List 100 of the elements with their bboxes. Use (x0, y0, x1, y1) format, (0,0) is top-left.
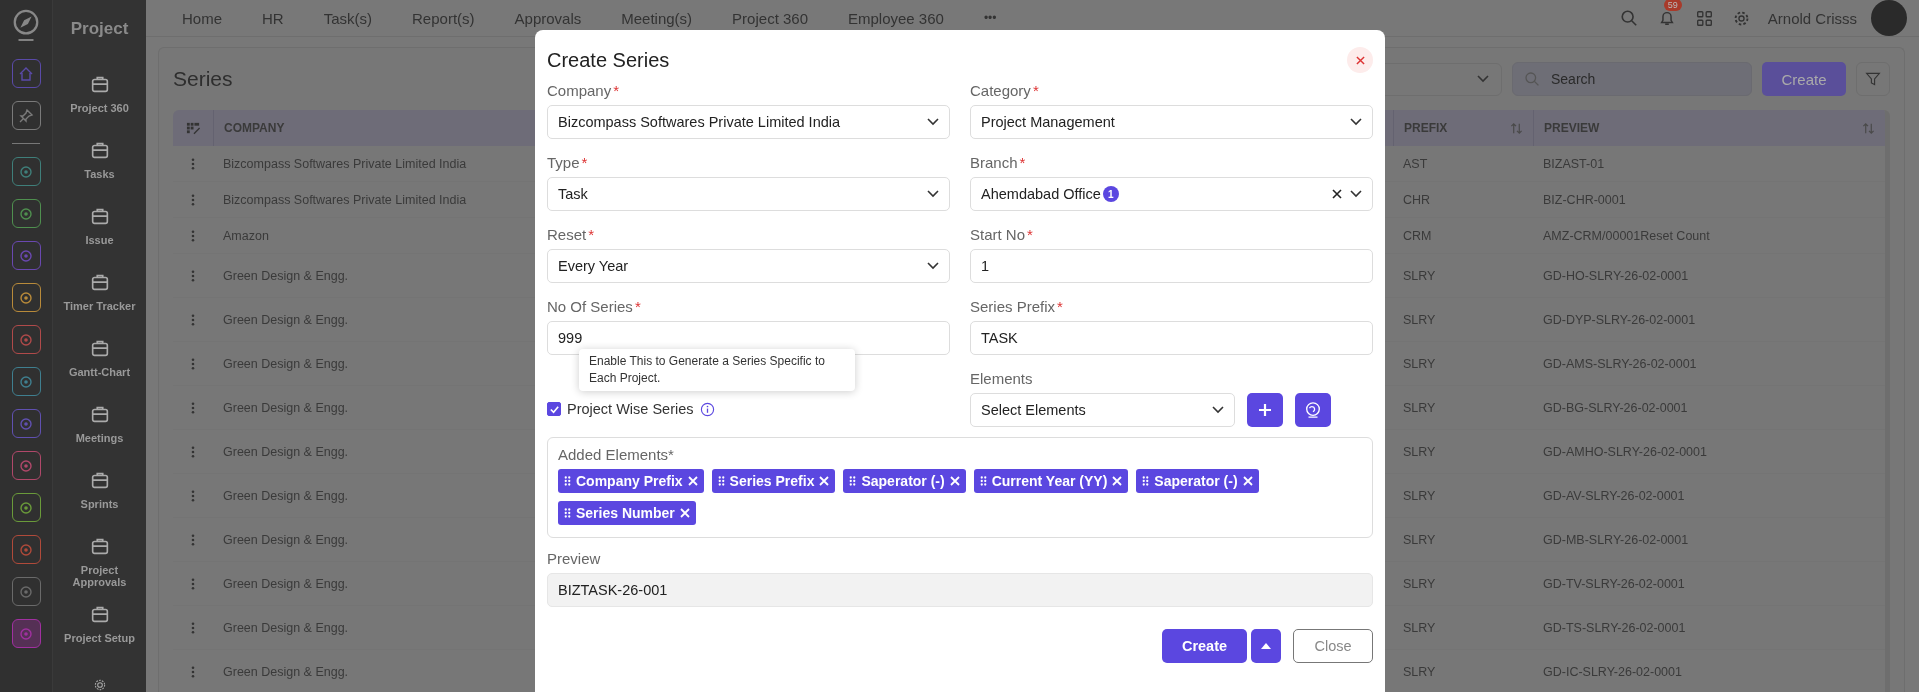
nav-item[interactable]: Timer Tracker (54, 272, 145, 322)
kebab-menu-icon[interactable] (191, 357, 195, 370)
element-tag[interactable]: Series Prefix (711, 469, 836, 493)
remove-icon[interactable] (687, 476, 698, 486)
select-field[interactable]: Select Elements (970, 393, 1235, 427)
column-settings-icon[interactable] (185, 120, 201, 136)
info-icon[interactable] (699, 401, 715, 417)
kebab-menu-icon[interactable] (191, 533, 195, 546)
kebab-menu-icon[interactable] (191, 313, 195, 326)
input-field[interactable]: TASK (970, 321, 1373, 355)
element-tag[interactable]: Company Prefix (558, 469, 704, 493)
kebab-menu-icon[interactable] (191, 577, 195, 590)
app-shortcut-button[interactable] (11, 451, 41, 480)
pin-icon (18, 107, 34, 124)
kebab-menu-icon[interactable] (191, 489, 195, 502)
kebab-menu-icon[interactable] (191, 621, 195, 634)
app-shortcut-button[interactable] (11, 409, 41, 438)
element-tag[interactable]: Saperator (-) (1136, 469, 1259, 493)
avatar[interactable] (1871, 0, 1907, 36)
app-shortcut-button[interactable] (11, 157, 41, 186)
top-menu-item[interactable]: Report(s) (412, 9, 475, 27)
kebab-menu-icon[interactable] (191, 269, 195, 282)
nav-item[interactable]: Project Setup (54, 604, 145, 654)
nav-item[interactable]: Sprints (54, 470, 145, 520)
app-shortcut-button[interactable] (11, 577, 41, 606)
create-button[interactable]: Create (1162, 629, 1247, 663)
add-button[interactable] (1247, 393, 1283, 427)
drag-handle-icon[interactable] (849, 475, 857, 487)
preview-field[interactable]: BIZTASK-26-001 (547, 573, 1373, 607)
remove-icon[interactable] (1242, 476, 1253, 486)
dialog-title: Create Series (547, 48, 670, 72)
user-name[interactable]: Arnold Crisss (1767, 9, 1857, 27)
top-menu-item[interactable]: Employee 360 (848, 9, 944, 27)
kebab-menu-icon[interactable] (191, 401, 195, 414)
nav-item[interactable]: Tasks (54, 140, 145, 190)
input-field[interactable]: 1 (970, 249, 1373, 283)
remove-icon[interactable] (819, 476, 830, 486)
nav-item[interactable]: Project Approvals (54, 536, 145, 588)
app-shortcut-button[interactable] (11, 283, 41, 312)
nav-item[interactable]: Gantt-Chart (54, 338, 145, 388)
drag-handle-icon[interactable] (979, 475, 987, 487)
sort-icon[interactable] (1510, 121, 1523, 135)
drag-handle-icon[interactable] (717, 475, 725, 487)
multi-select-field[interactable]: Ahemdabad Office 1 (970, 177, 1373, 211)
remove-icon[interactable] (1112, 476, 1123, 486)
kebab-menu-icon[interactable] (191, 193, 195, 206)
app-shortcut-button[interactable] (11, 59, 41, 88)
nav-item[interactable]: Project 360 (54, 74, 145, 124)
select-field[interactable]: Every Year (547, 249, 950, 283)
table-cell: SLRY (1403, 400, 1436, 415)
checkbox[interactable] (547, 402, 561, 416)
kebab-menu-icon[interactable] (191, 445, 195, 458)
app-shortcut-button[interactable] (11, 367, 41, 396)
top-menu-item[interactable]: Home (182, 9, 222, 27)
drag-handle-icon[interactable] (564, 475, 571, 487)
top-menu-item[interactable]: Approvals (514, 9, 582, 27)
close-button[interactable] (1347, 47, 1373, 73)
remove-icon[interactable] (949, 476, 960, 486)
top-menu-item[interactable]: Task(s) (323, 9, 373, 27)
element-tag[interactable]: Current Year (YY) (973, 469, 1129, 493)
grid-icon[interactable] (1695, 9, 1713, 27)
sort-icon[interactable] (1862, 121, 1875, 135)
close-button[interactable]: Close (1293, 629, 1373, 663)
globe-button[interactable] (1295, 393, 1331, 427)
chevron-down-icon (1477, 75, 1489, 83)
table-cell: GD-AV-SLRY-26-02-0001 (1543, 488, 1685, 503)
select-field[interactable]: Bizcompass Softwares Private Limited India (547, 105, 950, 139)
top-menu-item[interactable]: Meeting(s) (621, 9, 693, 27)
kebab-menu-icon[interactable] (191, 157, 195, 170)
search-field[interactable]: Search (1512, 62, 1752, 96)
dropdown-button[interactable] (1251, 629, 1281, 663)
select-field[interactable]: Project Management (970, 105, 1373, 139)
app-shortcut-button[interactable] (11, 241, 41, 270)
more-menu-button[interactable]: ••• (983, 11, 997, 25)
chevron-down-icon (1212, 406, 1224, 414)
kebab-menu-icon[interactable] (191, 665, 195, 678)
select-field[interactable]: Task (547, 177, 950, 211)
field-label: Elements (970, 370, 1034, 387)
app-shortcut-button[interactable] (11, 493, 41, 522)
nav-item[interactable]: Meetings (54, 404, 145, 454)
clear-icon[interactable] (1332, 189, 1342, 199)
app-shortcut-button[interactable] (11, 199, 41, 228)
nav-item[interactable]: Issue (54, 206, 145, 256)
element-tag[interactable]: Saperator (-) (843, 469, 966, 493)
app-shortcut-button[interactable] (11, 325, 41, 354)
drag-handle-icon[interactable] (1142, 475, 1150, 487)
top-menu-item[interactable]: HR (262, 9, 284, 27)
drag-handle-icon[interactable] (564, 507, 571, 519)
app-shortcut-button[interactable] (11, 535, 41, 564)
filter-button[interactable] (1856, 62, 1890, 96)
table-cell: Green Design & Engg. (223, 356, 349, 371)
app-shortcut-button[interactable] (11, 101, 41, 130)
remove-icon[interactable] (679, 508, 690, 518)
create-button[interactable]: Create (1762, 62, 1846, 96)
app-shortcut-button[interactable] (11, 619, 41, 648)
settings-icon[interactable] (1732, 9, 1750, 27)
top-menu-item[interactable]: Project 360 (732, 9, 808, 27)
element-tag[interactable]: Series Number (558, 501, 696, 525)
search-icon[interactable] (1619, 9, 1638, 27)
kebab-menu-icon[interactable] (191, 229, 195, 242)
